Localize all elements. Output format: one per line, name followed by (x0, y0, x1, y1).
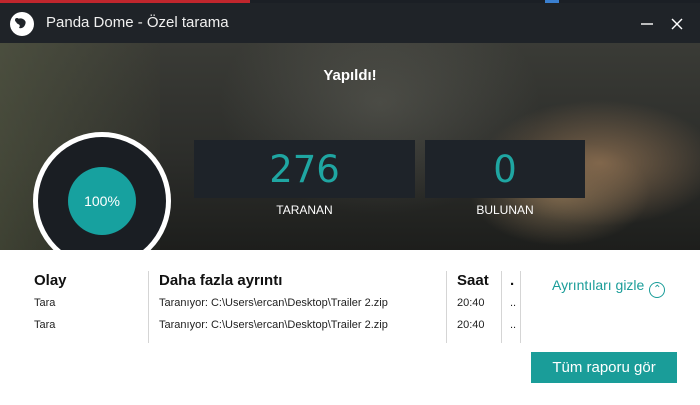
column-header-time: Saat (457, 272, 489, 289)
column-divider (501, 271, 502, 343)
title-bar: Panda Dome - Özel tarama (0, 3, 700, 43)
table-cell: Taranıyor: C:\Users\ercan\Desktop\Traile… (159, 297, 388, 309)
column-extra: . .. .. (510, 270, 520, 344)
column-divider (148, 271, 149, 343)
scan-status-title: Yapıldı! (323, 67, 377, 84)
table-cell: .. (510, 319, 517, 331)
column-divider (520, 271, 521, 343)
column-event: Olay Tara Tara (34, 270, 144, 344)
column-details: Daha fazla ayrıntı Taranıyor: C:\Users\e… (159, 270, 443, 344)
scanned-count-box: 276 (194, 140, 415, 198)
table-cell: Tara (34, 319, 56, 331)
panda-logo-icon (10, 12, 34, 36)
table-cell: Taranıyor: C:\Users\ercan\Desktop\Traile… (159, 319, 388, 331)
column-header-details: Daha fazla ayrıntı (159, 272, 283, 289)
column-header-event: Olay (34, 272, 67, 289)
full-report-button[interactable]: Tüm raporu gör (531, 352, 677, 383)
scanned-count: 276 (269, 148, 340, 191)
hide-details-label: Ayrıntıları gizle (552, 277, 645, 293)
column-header-extra: . (510, 272, 515, 289)
scanned-label: TARANAN (276, 203, 333, 217)
progress-percent: 100% (68, 167, 136, 235)
event-log: Olay Tara Tara Daha fazla ayrıntı Taranı… (0, 250, 700, 405)
table-cell: 20:40 (457, 297, 485, 309)
found-count: 0 (493, 148, 517, 191)
minimize-icon[interactable] (634, 11, 660, 37)
table-cell: Tara (34, 297, 56, 309)
table-cell: 20:40 (457, 319, 485, 331)
chevron-up-icon: ⌃ (649, 282, 666, 298)
close-icon[interactable] (664, 11, 690, 37)
column-time: Saat 20:40 20:40 (457, 270, 497, 344)
hide-details-link[interactable]: Ayrıntıları gizle ⌃ (552, 277, 666, 298)
table-cell: .. (510, 297, 517, 309)
found-count-box: 0 (425, 140, 585, 198)
found-label: BULUNAN (476, 203, 534, 217)
column-divider (446, 271, 447, 343)
window-title: Panda Dome - Özel tarama (46, 14, 229, 31)
